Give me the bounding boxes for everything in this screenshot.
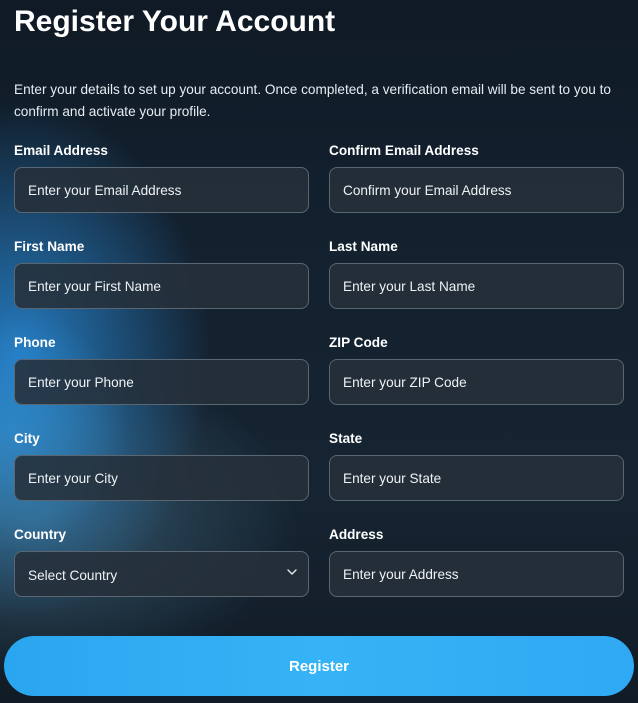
state-label: State bbox=[329, 431, 363, 446]
state-group: State bbox=[329, 431, 624, 501]
zip-group: ZIP Code bbox=[329, 335, 624, 405]
country-group: Country Select Country bbox=[14, 527, 309, 597]
page-title: Register Your Account bbox=[14, 5, 336, 38]
first-name-group: First Name bbox=[14, 239, 309, 309]
state-field[interactable] bbox=[329, 455, 624, 501]
chevron-down-icon bbox=[287, 569, 297, 575]
last-name-label: Last Name bbox=[329, 239, 398, 254]
form-description: Enter your details to set up your accoun… bbox=[14, 82, 611, 119]
zip-field[interactable] bbox=[329, 359, 624, 405]
country-selected-value: Select Country bbox=[28, 568, 118, 583]
first-name-label: First Name bbox=[14, 239, 85, 254]
address-group: Address bbox=[329, 527, 624, 597]
country-select[interactable]: Select Country bbox=[14, 551, 309, 597]
zip-label: ZIP Code bbox=[329, 335, 388, 350]
register-button[interactable]: Register bbox=[4, 636, 634, 696]
confirm-email-label: Confirm Email Address bbox=[329, 143, 479, 158]
phone-field[interactable] bbox=[14, 359, 309, 405]
phone-label: Phone bbox=[14, 335, 56, 350]
country-label: Country bbox=[14, 527, 67, 542]
address-field[interactable] bbox=[329, 551, 624, 597]
email-label: Email Address bbox=[14, 143, 108, 158]
phone-group: Phone bbox=[14, 335, 309, 405]
email-group: Email Address bbox=[14, 143, 309, 213]
registration-form: Register Your Account Enter your details… bbox=[0, 0, 638, 703]
city-label: City bbox=[14, 431, 40, 446]
city-field[interactable] bbox=[14, 455, 309, 501]
last-name-field[interactable] bbox=[329, 263, 624, 309]
first-name-field[interactable] bbox=[14, 263, 309, 309]
last-name-group: Last Name bbox=[329, 239, 624, 309]
email-field[interactable] bbox=[14, 167, 309, 213]
confirm-email-field[interactable] bbox=[329, 167, 624, 213]
confirm-email-group: Confirm Email Address bbox=[329, 143, 624, 213]
city-group: City bbox=[14, 431, 309, 501]
address-label: Address bbox=[329, 527, 384, 542]
